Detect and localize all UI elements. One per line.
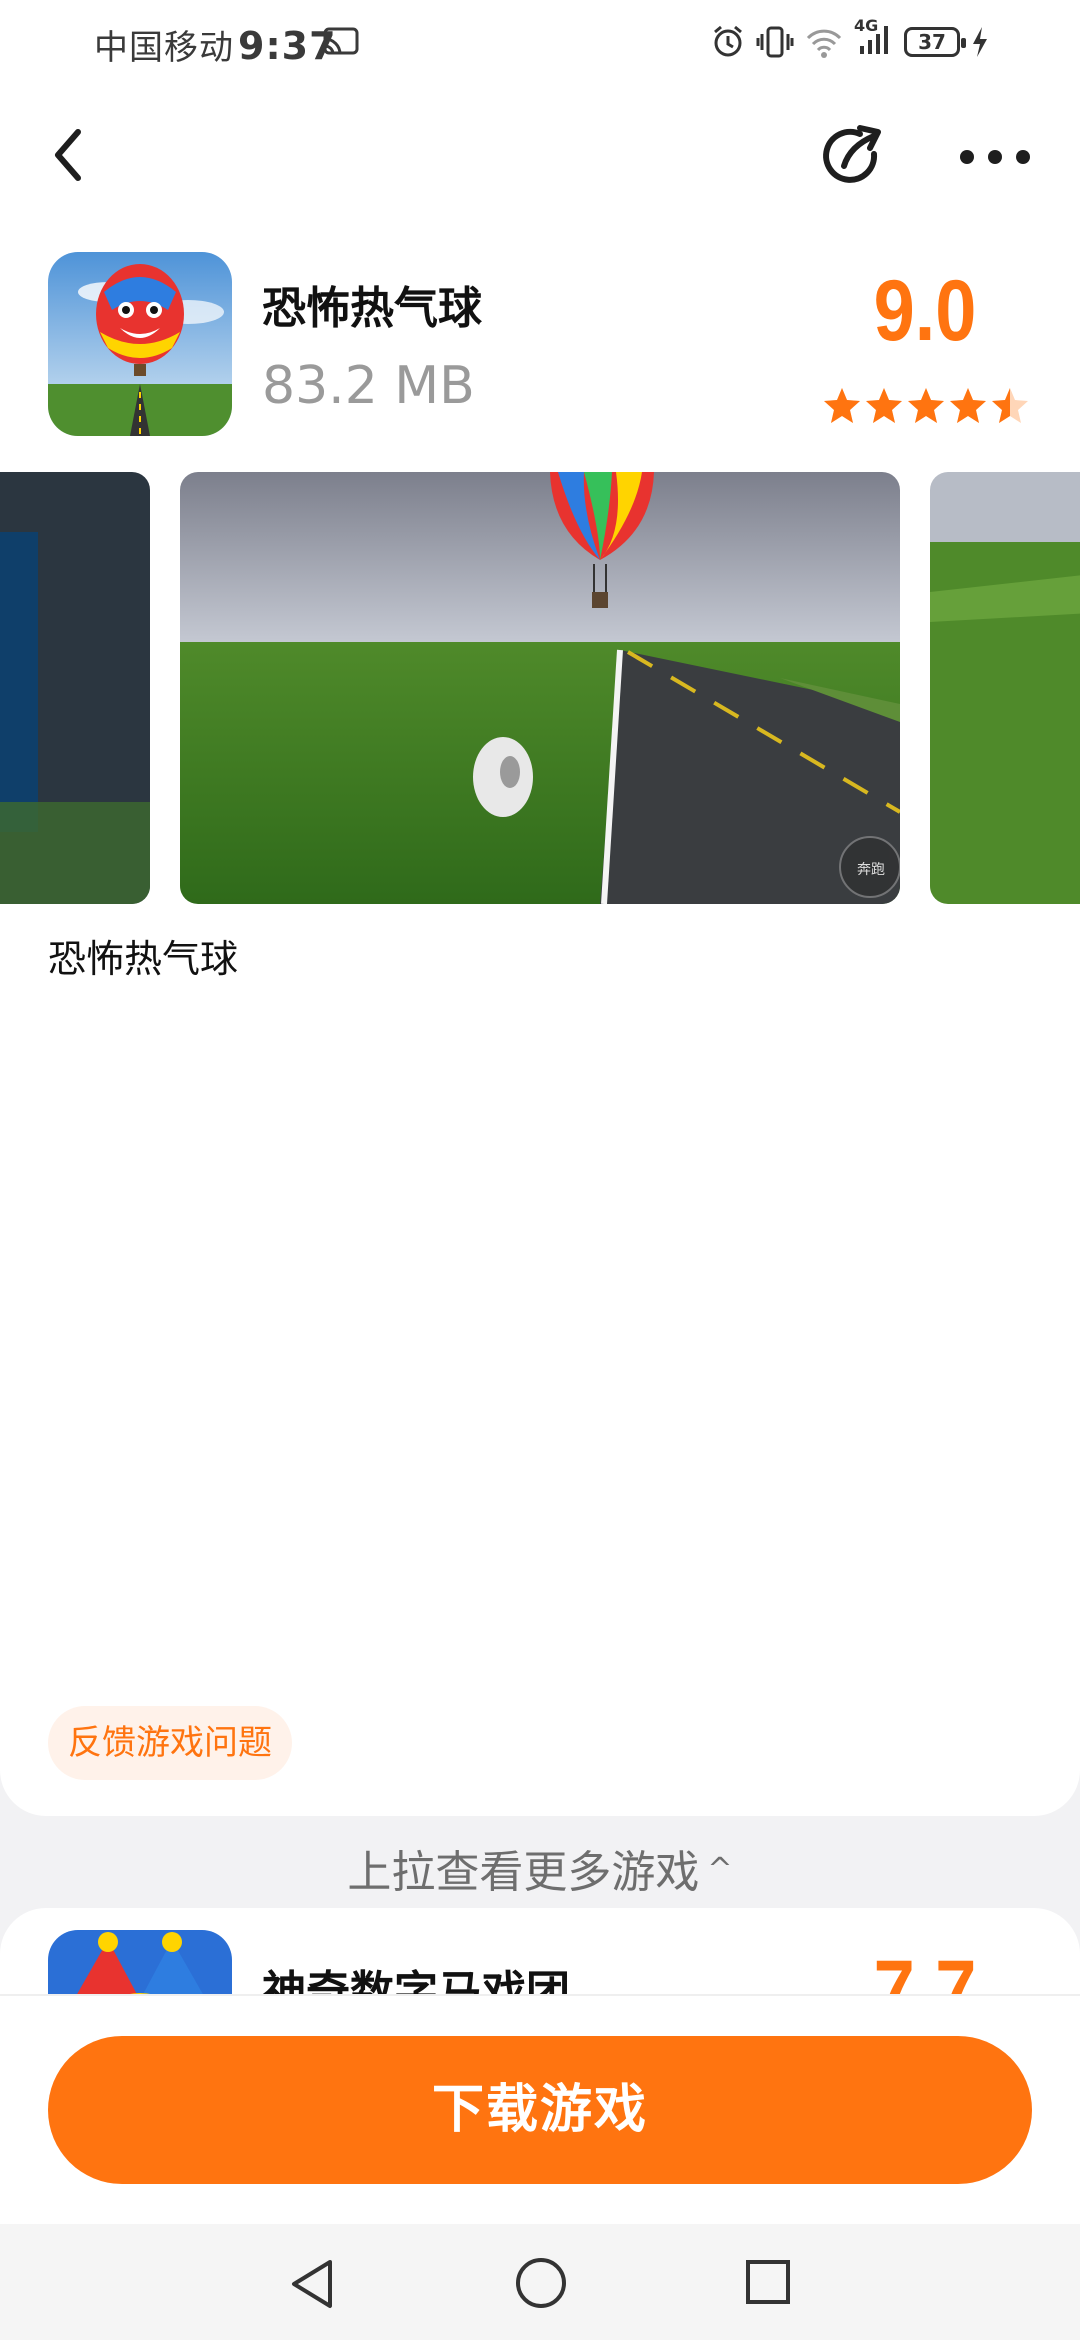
battery-indicator: 37 [904,27,966,57]
system-navigation-bar [0,2224,1080,2340]
app-size: 83.2 MB [262,356,475,416]
star-icon [992,388,1028,423]
chevron-left-icon[interactable] [44,120,94,190]
screenshot-main[interactable]: 奔跑 [180,472,900,904]
cast-icon [323,27,359,55]
screenshot-thumbnail[interactable] [930,472,1080,904]
cellular-signal: 4G [854,16,894,62]
pull-up-hint-label: 上拉查看更多游戏 [347,1847,700,1898]
screenshot-image: 奔跑 [180,472,900,904]
star-icon [950,388,986,423]
status-icons: 4G 37 [710,16,990,62]
download-button[interactable]: 下载游戏 [48,2036,1032,2184]
star-icon [866,388,902,423]
recent-apps-icon[interactable] [744,2258,792,2306]
star-icon [908,388,944,423]
rating-stars [822,386,1030,426]
network-type: 4G [854,16,879,35]
app-icon [48,252,232,436]
screenshot-overlay-text: 奔跑 [857,862,885,878]
app-title: 恐怖热气球 [262,283,482,334]
download-bar: 下载游戏 [0,1994,1080,2224]
share-icon[interactable] [820,124,886,190]
star-icon [824,388,860,423]
pull-up-hint[interactable]: 上拉查看更多游戏 ^ [0,1836,1080,1900]
alarm-icon [714,25,742,57]
game-description: 恐怖热气球 [48,937,239,981]
more-dot [988,150,1002,164]
charging-icon [973,27,987,57]
vibrate-icon [756,26,794,58]
back-triangle-icon[interactable] [286,2256,338,2312]
carrier-name: 中国移动 [94,28,234,68]
status-carrier: 中国移动 9:37 [94,20,337,69]
balloon-game-icon [48,252,232,436]
home-circle-icon[interactable] [514,2256,568,2310]
app-score: 9.0 [873,263,977,359]
feedback-button[interactable]: 反馈游戏问题 [48,1706,292,1780]
screenshot-carousel[interactable]: 奔跑 [0,472,1080,904]
wifi-icon [806,29,842,58]
chevron-up-icon: ^ [707,1852,733,1887]
screenshot-image [930,472,1080,904]
more-dots-icon[interactable] [960,140,1030,174]
more-dot [1016,150,1030,164]
more-dot [960,150,974,164]
status-bar: 中国移动 9:37 4G 37 [0,0,1080,84]
screenshot-thumbnail[interactable] [0,472,150,904]
screenshot-image [0,472,150,904]
